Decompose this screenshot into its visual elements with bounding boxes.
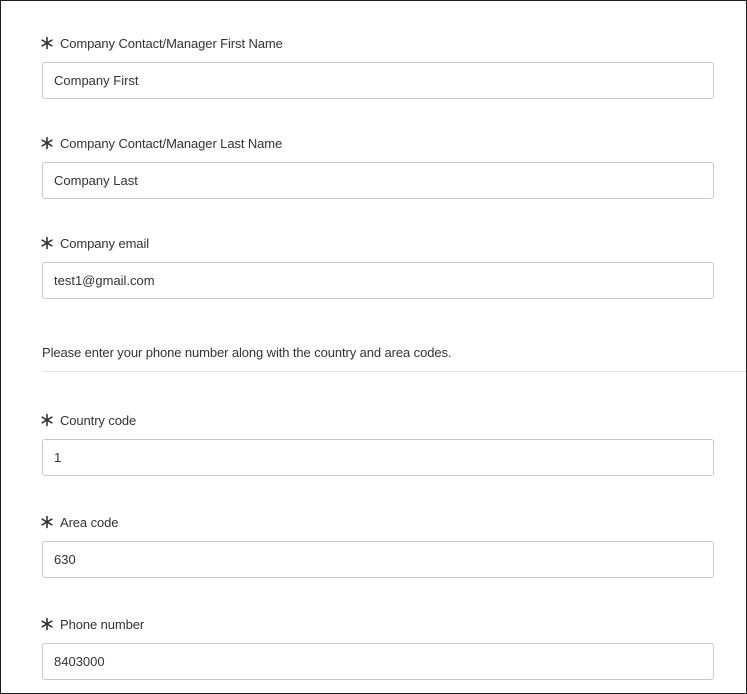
phone-number-input[interactable] — [42, 643, 714, 680]
last-name-field-group: Company Contact/Manager Last Name — [39, 134, 714, 199]
first-name-input[interactable] — [42, 62, 714, 99]
phone-number-label: Phone number — [60, 616, 145, 632]
form-frame: Company Contact/Manager First Name Compa… — [0, 0, 747, 694]
country-code-label-row: Country code — [39, 411, 714, 429]
asterisk-icon — [39, 35, 55, 51]
area-code-input[interactable] — [42, 541, 714, 578]
asterisk-icon — [39, 135, 55, 151]
asterisk-icon — [39, 616, 55, 632]
asterisk-icon — [39, 412, 55, 428]
asterisk-icon — [39, 235, 55, 251]
country-code-input[interactable] — [42, 439, 714, 476]
email-label-row: Company email — [39, 234, 714, 252]
email-input[interactable] — [42, 262, 714, 299]
last-name-label: Company Contact/Manager Last Name — [60, 135, 283, 151]
email-label: Company email — [60, 235, 150, 251]
phone-instructions: Please enter your phone number along wit… — [42, 345, 452, 360]
first-name-field-group: Company Contact/Manager First Name — [39, 34, 714, 99]
area-code-field-group: Area code — [39, 513, 714, 578]
first-name-label-row: Company Contact/Manager First Name — [39, 34, 714, 52]
country-code-label: Country code — [60, 412, 137, 428]
area-code-label-row: Area code — [39, 513, 714, 531]
email-field-group: Company email — [39, 234, 714, 299]
last-name-label-row: Company Contact/Manager Last Name — [39, 134, 714, 152]
last-name-input[interactable] — [42, 162, 714, 199]
first-name-label: Company Contact/Manager First Name — [60, 35, 283, 51]
section-divider — [42, 371, 746, 372]
country-code-field-group: Country code — [39, 411, 714, 476]
area-code-label: Area code — [60, 514, 119, 530]
asterisk-icon — [39, 514, 55, 530]
phone-number-label-row: Phone number — [39, 615, 714, 633]
phone-number-field-group: Phone number — [39, 615, 714, 680]
